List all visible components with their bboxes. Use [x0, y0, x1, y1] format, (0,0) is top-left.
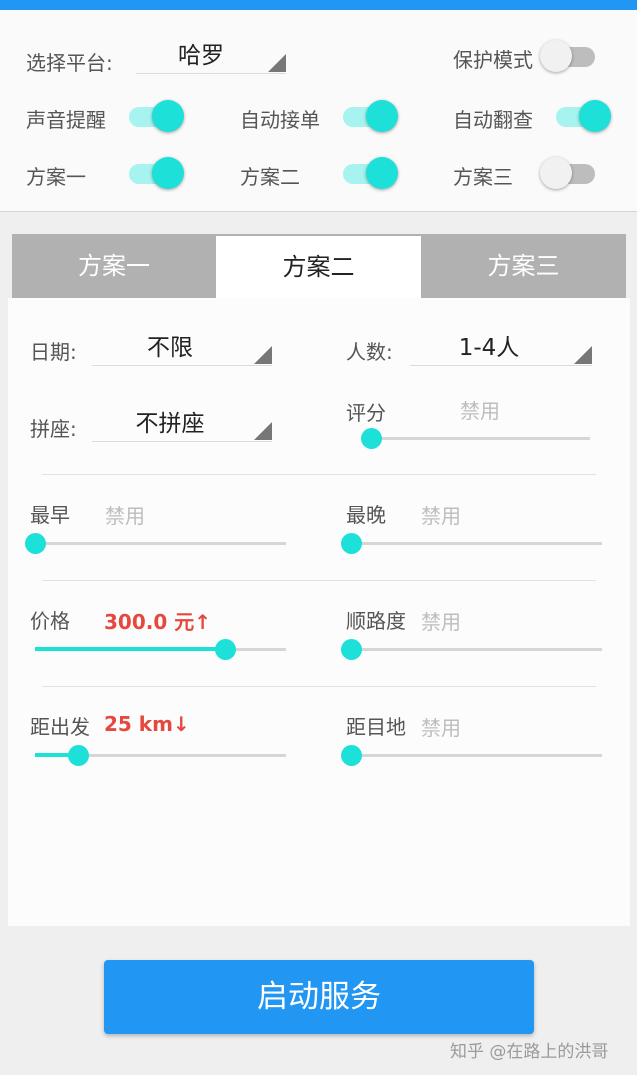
start-service-button[interactable]: 启动服务: [104, 960, 534, 1034]
protect-mode-switch[interactable]: [540, 36, 598, 76]
slider-thumb[interactable]: [25, 533, 46, 554]
earliest-value: 禁用: [105, 504, 145, 528]
dropdown-triangle-icon: [254, 422, 272, 440]
from-distance-value: 25 km↓: [104, 712, 190, 736]
plan-settings-panel: 日期: 不限 人数: 1-4人 拼座: 不拼座 评分 禁用 最早 禁用 最晚 禁…: [8, 298, 630, 926]
price-label: 价格: [30, 609, 70, 633]
route-label: 顺路度: [346, 609, 406, 633]
price-slider[interactable]: [35, 638, 286, 662]
carpool-label: 拼座:: [30, 417, 77, 441]
dropdown-triangle-icon: [268, 54, 286, 72]
earliest-slider[interactable]: [25, 532, 286, 556]
rating-label: 评分: [346, 401, 386, 425]
divider: [42, 686, 596, 687]
date-label: 日期:: [30, 340, 77, 364]
latest-value: 禁用: [421, 504, 461, 528]
sound-alert-label: 声音提醒: [26, 108, 106, 132]
people-label: 人数:: [346, 340, 393, 364]
divider: [42, 580, 596, 581]
carpool-value: 不拼座: [135, 411, 205, 437]
to-distance-slider[interactable]: [341, 744, 602, 768]
tab-plan2[interactable]: 方案二: [216, 236, 421, 298]
dropdown-triangle-icon: [574, 346, 592, 364]
platform-label: 选择平台:: [26, 51, 113, 75]
global-settings-panel: 选择平台: 哈罗 保护模式 声音提醒 自动接单 自动翻查 方案一 方案二 方案三: [0, 10, 637, 212]
tab-plan3[interactable]: 方案三: [421, 234, 626, 298]
plan1-label: 方案一: [26, 165, 86, 189]
carpool-spinner[interactable]: 不拼座: [92, 404, 272, 442]
price-value: 300.0 元↑: [104, 610, 211, 634]
earliest-label: 最早: [30, 503, 70, 527]
plan2-label: 方案二: [240, 165, 300, 189]
plan3-label: 方案三: [453, 165, 513, 189]
latest-label: 最晚: [346, 503, 386, 527]
plan3-switch[interactable]: [540, 153, 598, 193]
to-distance-value: 禁用: [421, 716, 461, 740]
slider-thumb[interactable]: [341, 745, 362, 766]
slider-thumb[interactable]: [68, 745, 90, 766]
slider-thumb[interactable]: [341, 639, 362, 660]
watermark: 知乎 @在路上的洪哥: [450, 1042, 609, 1062]
plan1-switch[interactable]: [126, 153, 184, 193]
from-distance-label: 距出发: [30, 715, 90, 739]
route-slider[interactable]: [341, 638, 602, 662]
auto-accept-switch[interactable]: [340, 96, 398, 136]
status-bar-accent: [0, 0, 637, 10]
route-value: 禁用: [421, 610, 461, 634]
to-distance-label: 距目地: [346, 715, 406, 739]
dropdown-triangle-icon: [254, 346, 272, 364]
sound-alert-switch[interactable]: [126, 96, 184, 136]
from-distance-slider[interactable]: [35, 744, 286, 768]
rating-slider[interactable]: [361, 427, 590, 451]
date-spinner[interactable]: 不限: [92, 328, 272, 366]
platform-value: 哈罗: [178, 43, 224, 69]
auto-accept-label: 自动接单: [240, 108, 320, 132]
platform-spinner[interactable]: 哈罗: [136, 36, 286, 74]
people-spinner[interactable]: 1-4人: [410, 328, 592, 366]
people-value: 1-4人: [458, 335, 520, 361]
slider-thumb[interactable]: [361, 428, 382, 449]
date-value: 不限: [147, 335, 193, 361]
slider-thumb[interactable]: [214, 639, 236, 660]
plan-tabs: 方案一 方案二 方案三: [12, 234, 626, 298]
protect-mode-label: 保护模式: [453, 48, 533, 72]
latest-slider[interactable]: [341, 532, 602, 556]
rating-value: 禁用: [460, 399, 500, 423]
auto-check-label: 自动翻查: [453, 108, 533, 132]
auto-check-switch[interactable]: [553, 96, 611, 136]
slider-thumb[interactable]: [341, 533, 362, 554]
divider: [42, 474, 596, 475]
tab-plan1[interactable]: 方案一: [12, 234, 216, 298]
plan2-switch[interactable]: [340, 153, 398, 193]
